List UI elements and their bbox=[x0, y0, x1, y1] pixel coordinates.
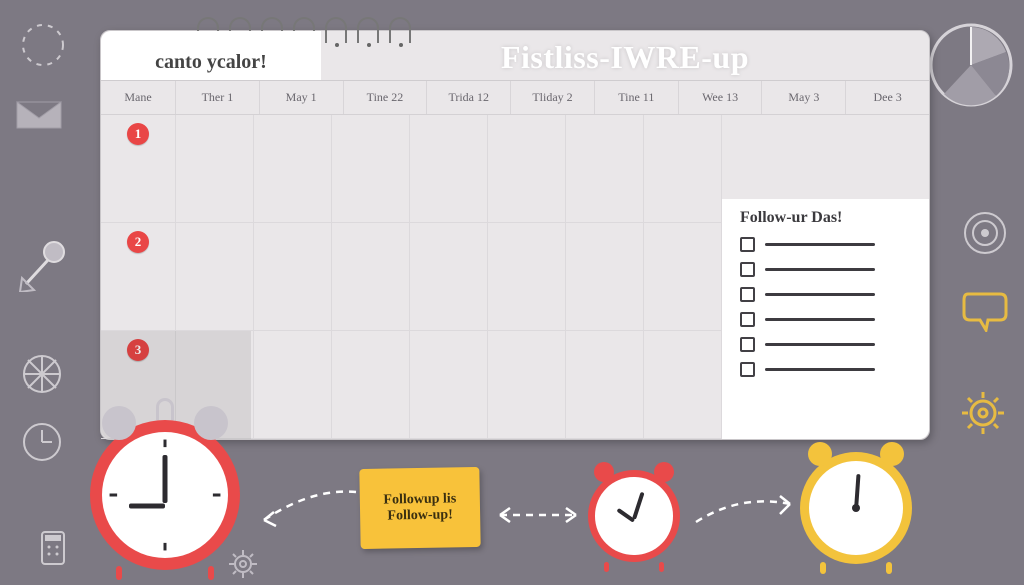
calendar-cell[interactable] bbox=[410, 115, 488, 222]
calendar-cell[interactable] bbox=[566, 223, 644, 330]
calc-icon bbox=[40, 530, 66, 566]
checkbox-icon[interactable] bbox=[740, 287, 755, 302]
followup-item[interactable] bbox=[740, 312, 915, 327]
item-line bbox=[765, 343, 875, 346]
sticky-line2: Follow-up! bbox=[387, 507, 453, 524]
arrow-left-icon bbox=[252, 484, 362, 541]
calendar-cell[interactable] bbox=[332, 223, 410, 330]
followup-item[interactable] bbox=[740, 287, 915, 302]
calendar-cell[interactable] bbox=[410, 331, 488, 438]
calendar-subtitle: canto ycalor! bbox=[101, 31, 321, 80]
checkbox-icon[interactable] bbox=[740, 337, 755, 352]
followup-panel: Follow-ur Das! bbox=[721, 199, 929, 439]
header-cell: May 1 bbox=[260, 81, 344, 114]
header-cell: Tine 22 bbox=[344, 81, 428, 114]
row-number-badge: 2 bbox=[127, 231, 149, 253]
sticky-note[interactable]: Followup lis Follow-up! bbox=[359, 467, 480, 549]
small-red-alarm-clock-icon bbox=[588, 470, 680, 562]
item-line bbox=[765, 318, 875, 321]
dashed-circle-icon bbox=[18, 20, 68, 70]
red-alarm-clock-icon bbox=[90, 420, 240, 570]
pie-clock-icon bbox=[926, 20, 1016, 110]
header-cell: Dee 3 bbox=[846, 81, 929, 114]
calendar-cell[interactable] bbox=[488, 223, 566, 330]
header-cell: May 3 bbox=[762, 81, 846, 114]
item-line bbox=[765, 243, 875, 246]
calendar-cell[interactable] bbox=[254, 331, 332, 438]
header-cell: Trida 12 bbox=[427, 81, 511, 114]
gear-icon bbox=[958, 388, 1008, 438]
header-cell: Tine 11 bbox=[595, 81, 679, 114]
calendar-cell[interactable] bbox=[176, 115, 254, 222]
item-line bbox=[765, 368, 875, 371]
calendar-cell[interactable] bbox=[488, 115, 566, 222]
calendar-cell[interactable] bbox=[332, 115, 410, 222]
followup-item[interactable] bbox=[740, 337, 915, 352]
calendar-cell[interactable] bbox=[254, 223, 332, 330]
followup-item[interactable] bbox=[740, 362, 915, 377]
small-gear-icon bbox=[227, 548, 259, 580]
envelope-icon bbox=[12, 92, 66, 136]
row-number-cell: 2 bbox=[101, 223, 176, 330]
calendar-cell[interactable] bbox=[644, 223, 722, 330]
header-cell: Mane bbox=[101, 81, 176, 114]
title-row: canto ycalor! Fistliss-IWRE-up bbox=[101, 31, 929, 81]
calendar-row: 2 bbox=[101, 223, 722, 331]
followup-title: Follow-ur Das! bbox=[740, 209, 915, 227]
target-icon bbox=[962, 210, 1008, 256]
calendar-cell[interactable] bbox=[176, 223, 254, 330]
calendar-cell[interactable] bbox=[410, 223, 488, 330]
calendar-cell[interactable] bbox=[644, 115, 722, 222]
calendar-cell[interactable] bbox=[254, 115, 332, 222]
arrow-right-icon bbox=[690, 490, 800, 539]
yellow-alarm-clock-icon bbox=[800, 452, 912, 564]
row-number-badge: 1 bbox=[127, 123, 149, 145]
row-number-cell: 1 bbox=[101, 115, 176, 222]
checkbox-icon[interactable] bbox=[740, 362, 755, 377]
clock-outline-icon bbox=[20, 420, 64, 464]
pin-icon bbox=[18, 236, 70, 292]
calendar-title: Fistliss-IWRE-up bbox=[321, 35, 929, 76]
header-cell: Tliday 2 bbox=[511, 81, 595, 114]
arrow-bi-icon bbox=[488, 500, 588, 535]
item-line bbox=[765, 293, 875, 296]
calendar-cell[interactable] bbox=[566, 115, 644, 222]
followup-item[interactable] bbox=[740, 237, 915, 252]
header-cell: Wee 13 bbox=[679, 81, 763, 114]
followup-item[interactable] bbox=[740, 262, 915, 277]
sticky-line1: Followup lis bbox=[383, 491, 456, 508]
calendar-cell[interactable] bbox=[644, 331, 722, 438]
checkbox-icon[interactable] bbox=[740, 237, 755, 252]
calendar-row: 1 bbox=[101, 115, 722, 223]
calendar-header-row: Mane Ther 1 May 1 Tine 22 Trida 12 Tlida… bbox=[101, 81, 929, 115]
calendar-card: canto ycalor! Fistliss-IWRE-up Mane Ther… bbox=[100, 30, 930, 440]
item-line bbox=[765, 268, 875, 271]
calendar-cell[interactable] bbox=[332, 331, 410, 438]
checkbox-icon[interactable] bbox=[740, 262, 755, 277]
calendar-cell[interactable] bbox=[488, 331, 566, 438]
checkbox-icon[interactable] bbox=[740, 312, 755, 327]
calendar-cell[interactable] bbox=[566, 331, 644, 438]
speech-bubble-icon bbox=[962, 290, 1008, 332]
calendar-grid: 1 2 3 bbox=[101, 115, 929, 439]
wheel-icon bbox=[20, 352, 64, 396]
header-cell: Ther 1 bbox=[176, 81, 260, 114]
